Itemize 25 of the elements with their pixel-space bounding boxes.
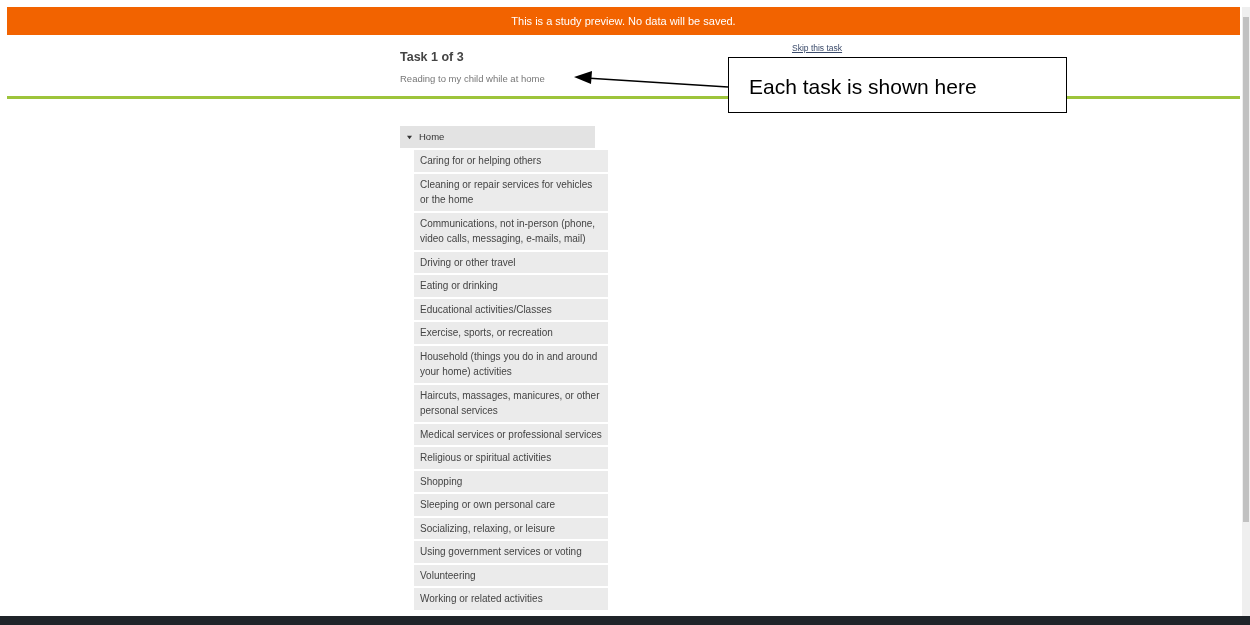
category-header[interactable]: Home [400, 126, 595, 148]
category-item[interactable]: Exercise, sports, or recreation [414, 322, 608, 344]
category-item[interactable]: Shopping [414, 470, 608, 492]
category-item[interactable]: Medical services or professional services [414, 423, 608, 445]
category-item[interactable]: Haircuts, massages, manicures, or other personal services [414, 384, 608, 422]
category-item[interactable]: Educational activities/Classes [414, 298, 608, 320]
category-item[interactable]: Using government services or voting [414, 541, 608, 563]
task-description: Reading to my child while at home [400, 72, 545, 86]
preview-banner: This is a study preview. No data will be saved. [7, 7, 1240, 35]
category-item[interactable]: Sleeping or own personal care [414, 494, 608, 516]
scrollbar[interactable] [1242, 7, 1250, 616]
category-item[interactable]: Cleaning or repair services for vehicles or the home [414, 173, 608, 211]
category-item[interactable]: Communications, not in-person (phone, video calls, messaging, e-mails, mail) [414, 212, 608, 250]
category-item[interactable]: Caring for or helping others [414, 150, 608, 172]
annotation-callout: Each task is shown here [728, 57, 1067, 113]
category-item[interactable]: Driving or other travel [414, 251, 608, 273]
category-item[interactable]: Religious or spiritual activities [414, 447, 608, 469]
caret-down-icon [406, 134, 413, 140]
category-item[interactable]: Volunteering [414, 564, 608, 586]
category-item[interactable]: Socializing, relaxing, or leisure [414, 517, 608, 539]
category-item[interactable]: Household (things you do in and around your home) activities [414, 345, 608, 383]
category-item[interactable]: Eating or drinking [414, 275, 608, 297]
category-item[interactable]: Working or related activities [414, 588, 608, 610]
skip-link[interactable]: Skip this task [792, 43, 843, 53]
task-title: Task 1 of 3 [400, 49, 464, 66]
